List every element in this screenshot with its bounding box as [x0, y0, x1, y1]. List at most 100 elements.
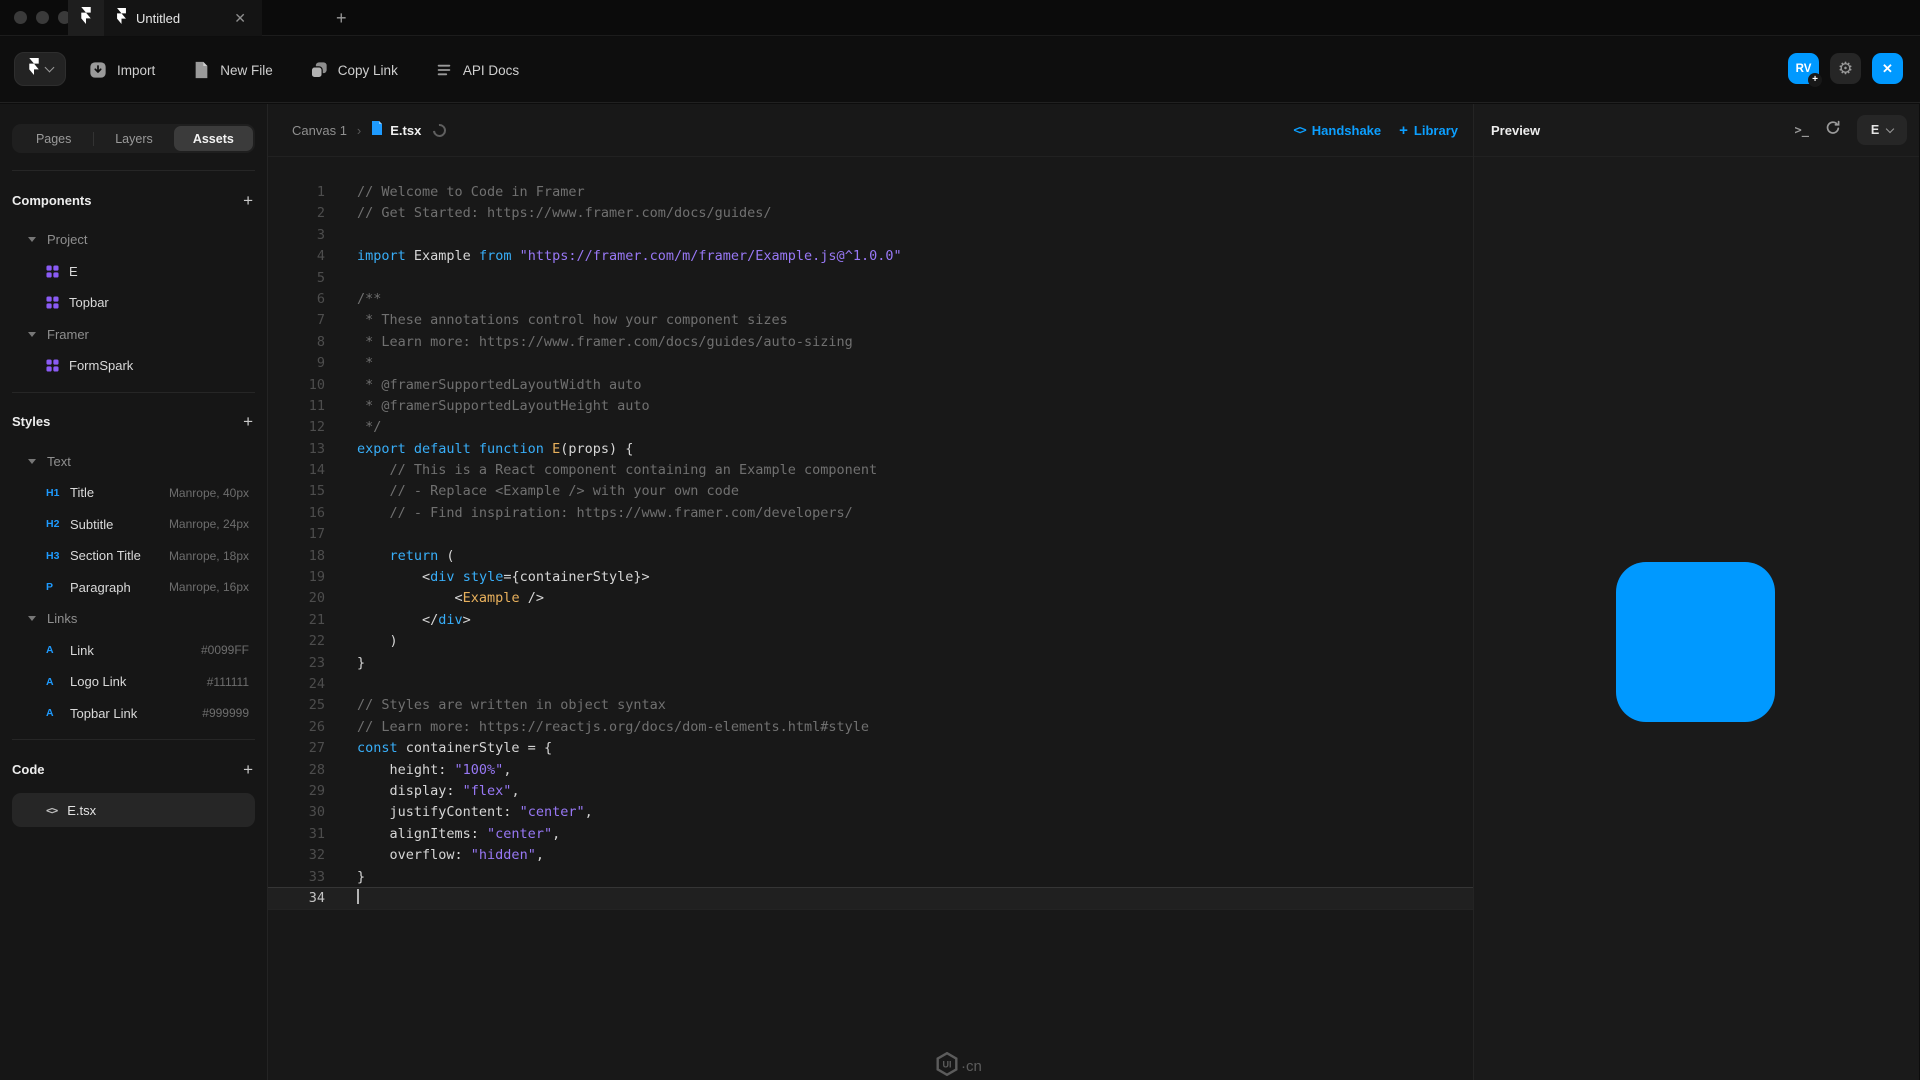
- line-content: display: "flex",: [357, 781, 520, 802]
- code-line-25[interactable]: 25// Styles are written in object syntax: [268, 695, 1473, 716]
- sidebar-item-e[interactable]: E: [12, 256, 255, 288]
- code-line-20[interactable]: 20 <Example />: [268, 588, 1473, 609]
- sidebar-item-topbar[interactable]: Topbar: [12, 287, 255, 319]
- code-line-8[interactable]: 8 * Learn more: https://www.framer.com/d…: [268, 332, 1473, 353]
- code-line-31[interactable]: 31 alignItems: "center",: [268, 824, 1473, 845]
- code-line-7[interactable]: 7 * These annotations control how your c…: [268, 310, 1473, 331]
- line-number: 18: [268, 546, 325, 567]
- line-content: justifyContent: "center",: [357, 802, 593, 823]
- library-link[interactable]: + Library: [1399, 122, 1458, 139]
- code-line-27[interactable]: 27const containerStyle = {: [268, 738, 1473, 759]
- group-framer[interactable]: Framer: [12, 319, 255, 351]
- sidebar-item-subtitle[interactable]: H2SubtitleManrope, 24px: [12, 509, 255, 541]
- code-area[interactable]: 1// Welcome to Code in Framer2// Get Sta…: [268, 158, 1473, 1080]
- sidebar-item-title[interactable]: H1TitleManrope, 40px: [12, 477, 255, 509]
- sidebar-item-e-tsx[interactable]: <>E.tsx: [12, 793, 255, 827]
- code-token: />: [520, 590, 544, 606]
- sidebar-item-paragraph[interactable]: PParagraphManrope, 16px: [12, 572, 255, 604]
- disclosure-caret-icon[interactable]: [28, 237, 36, 242]
- code-line-14[interactable]: 14 // This is a React component containi…: [268, 460, 1473, 481]
- preview-target-select[interactable]: E: [1857, 115, 1907, 145]
- line-content: alignItems: "center",: [357, 824, 560, 845]
- user-avatar[interactable]: RV +: [1788, 53, 1819, 84]
- code-line-1[interactable]: 1// Welcome to Code in Framer: [268, 182, 1473, 203]
- code-line-23[interactable]: 23}: [268, 653, 1473, 674]
- code-line-33[interactable]: 33}: [268, 867, 1473, 888]
- code-line-3[interactable]: 3: [268, 225, 1473, 246]
- add-styles-button[interactable]: +: [241, 413, 255, 430]
- code-line-17[interactable]: 17: [268, 524, 1473, 545]
- line-content: * @framerSupportedLayoutWidth auto: [357, 375, 641, 396]
- code-line-2[interactable]: 2// Get Started: https://www.framer.com/…: [268, 203, 1473, 224]
- code-line-21[interactable]: 21 </div>: [268, 610, 1473, 631]
- code-line-26[interactable]: 26// Learn more: https://reactjs.org/doc…: [268, 717, 1473, 738]
- code-token: div: [438, 612, 462, 628]
- close-project-button[interactable]: ✕: [1872, 53, 1903, 84]
- code-line-34[interactable]: 34: [268, 888, 1473, 909]
- code-line-15[interactable]: 15 // - Replace <Example /> with your ow…: [268, 481, 1473, 502]
- toolbar-right-cluster: RV + ⚙ ✕: [1788, 53, 1903, 84]
- breadcrumb-file[interactable]: E.tsx: [390, 123, 421, 138]
- sidebar-item-logo-link[interactable]: ALogo Link#111111: [12, 666, 255, 698]
- code-line-13[interactable]: 13export default function E(props) {: [268, 439, 1473, 460]
- code-line-9[interactable]: 9 *: [268, 353, 1473, 374]
- code-line-5[interactable]: 5: [268, 268, 1473, 289]
- breadcrumb-canvas[interactable]: Canvas 1: [292, 123, 347, 138]
- line-content: import Example from "https://framer.com/…: [357, 246, 902, 267]
- refresh-icon[interactable]: [1825, 120, 1841, 141]
- tab-untitled[interactable]: Untitled ✕: [104, 0, 262, 36]
- code-line-32[interactable]: 32 overflow: "hidden",: [268, 845, 1473, 866]
- sidebar-tab-layers[interactable]: Layers: [94, 126, 173, 151]
- framer-menu-button[interactable]: [14, 52, 66, 86]
- code-line-29[interactable]: 29 display: "flex",: [268, 781, 1473, 802]
- settings-button[interactable]: ⚙: [1830, 53, 1861, 84]
- code-line-18[interactable]: 18 return (: [268, 546, 1473, 567]
- code-line-30[interactable]: 30 justifyContent: "center",: [268, 802, 1473, 823]
- code-line-12[interactable]: 12 */: [268, 417, 1473, 438]
- sidebar-item-topbar-link[interactable]: ATopbar Link#999999: [12, 698, 255, 730]
- add-components-button[interactable]: +: [241, 192, 255, 209]
- traffic-light-minimize[interactable]: [36, 11, 49, 24]
- traffic-light-close[interactable]: [14, 11, 27, 24]
- code-line-22[interactable]: 22 ): [268, 631, 1473, 652]
- code-line-10[interactable]: 10 * @framerSupportedLayoutWidth auto: [268, 375, 1473, 396]
- component-grid-icon: [46, 296, 59, 309]
- handshake-link[interactable]: <> Handshake: [1293, 123, 1381, 138]
- editor-breadcrumb-bar: Canvas 1 › E.tsx <> Handshake + Library: [268, 104, 1473, 157]
- sidebar-tab-pages[interactable]: Pages: [14, 126, 93, 151]
- sidebar-item-section-title[interactable]: H3Section TitleManrope, 18px: [12, 540, 255, 572]
- new-tab-button[interactable]: +: [330, 7, 353, 29]
- close-tab-icon[interactable]: ✕: [230, 9, 250, 27]
- api-docs-button[interactable]: API Docs: [434, 60, 519, 80]
- sidebar-tab-assets[interactable]: Assets: [174, 126, 253, 151]
- new-file-button[interactable]: New File: [191, 60, 273, 80]
- code-line-11[interactable]: 11 * @framerSupportedLayoutHeight auto: [268, 396, 1473, 417]
- group-text[interactable]: Text: [12, 446, 255, 478]
- code-line-16[interactable]: 16 // - Find inspiration: https://www.fr…: [268, 503, 1473, 524]
- disclosure-caret-icon[interactable]: [28, 332, 36, 337]
- code-token: }: [357, 655, 365, 671]
- line-number: 27: [268, 738, 325, 759]
- code-line-19[interactable]: 19 <div style={containerStyle}>: [268, 567, 1473, 588]
- console-icon[interactable]: >_: [1795, 123, 1809, 137]
- code-line-4[interactable]: 4import Example from "https://framer.com…: [268, 246, 1473, 267]
- code-line-28[interactable]: 28 height: "100%",: [268, 760, 1473, 781]
- copy-link-button[interactable]: Copy Link: [309, 60, 398, 80]
- add-code-button[interactable]: +: [241, 761, 255, 778]
- sidebar-item-link[interactable]: ALink#0099FF: [12, 635, 255, 667]
- disclosure-caret-icon[interactable]: [28, 616, 36, 621]
- component-label: E: [69, 264, 78, 279]
- group-project[interactable]: Project: [12, 224, 255, 256]
- code-line-24[interactable]: 24: [268, 674, 1473, 695]
- breadcrumb-separator: ›: [357, 123, 361, 138]
- disclosure-caret-icon[interactable]: [28, 459, 36, 464]
- invite-plus-badge-icon: +: [1808, 73, 1822, 87]
- style-meta: #999999: [202, 706, 255, 720]
- code-line-6[interactable]: 6/**: [268, 289, 1473, 310]
- sidebar-item-formspark[interactable]: FormSpark: [12, 350, 255, 382]
- group-links[interactable]: Links: [12, 603, 255, 635]
- code-token: // Styles are written in object syntax: [357, 697, 666, 713]
- line-number: 19: [268, 567, 325, 588]
- import-button[interactable]: Import: [88, 60, 155, 80]
- home-tab[interactable]: [68, 0, 104, 36]
